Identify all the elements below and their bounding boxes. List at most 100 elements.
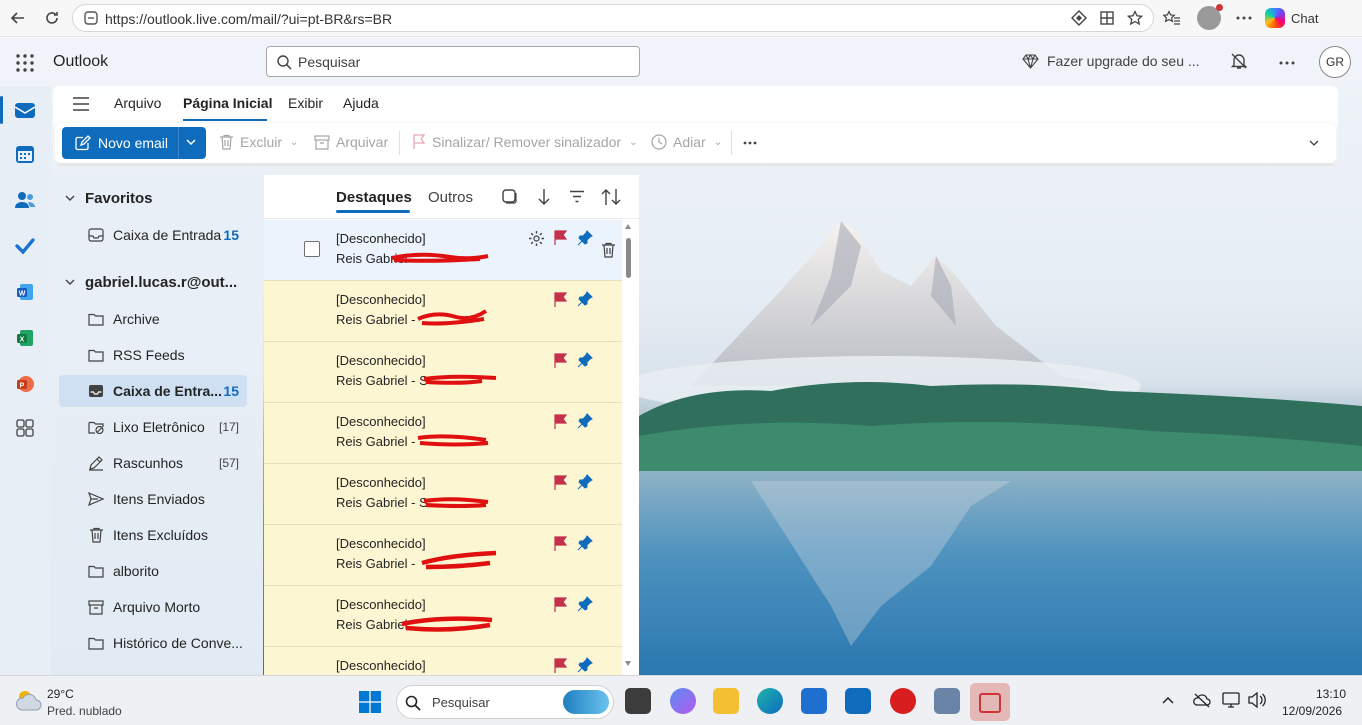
folder-drafts[interactable]: Rascunhos [57] (59, 447, 247, 479)
mail-icon[interactable] (13, 98, 37, 122)
windows-start-icon[interactable] (359, 691, 381, 713)
apps-icon[interactable] (1099, 10, 1115, 26)
powerpoint-icon[interactable]: P (13, 372, 37, 396)
folder-deleted[interactable]: Itens Excluídos (59, 519, 247, 551)
pin-icon[interactable] (577, 596, 593, 612)
volume-icon[interactable] (1248, 692, 1266, 708)
pin-icon[interactable] (577, 291, 593, 307)
flag-button[interactable]: Sinalizar/ Remover sinalizador ⌄ (412, 134, 637, 150)
back-icon[interactable] (8, 8, 28, 28)
pin-icon[interactable] (577, 535, 593, 551)
copilot-chat-button[interactable]: Chat (1265, 5, 1318, 31)
message-row[interactable]: [Desconhecido] Reis Gabriel (264, 220, 622, 281)
address-bar[interactable]: https://outlook.live.com/mail/?ui=pt-BR&… (72, 4, 1154, 32)
favorites-header[interactable]: Favoritos (65, 190, 153, 207)
avatar[interactable]: GR (1319, 46, 1351, 78)
url-text[interactable]: https://outlook.live.com/mail/?ui=pt-BR&… (105, 11, 392, 27)
select-mode-icon[interactable] (502, 189, 517, 204)
calendar-icon[interactable] (13, 142, 37, 166)
taskbar-search[interactable]: Pesquisar (396, 685, 614, 719)
cloud-offline-icon[interactable] (1193, 692, 1211, 708)
flag-icon[interactable] (553, 658, 567, 674)
copilot-taskbar-icon[interactable] (670, 688, 696, 714)
chevron-up-icon[interactable] (1162, 696, 1174, 704)
message-row[interactable]: [Desconhecido] Reis Gabriel (264, 586, 622, 647)
folder-junk[interactable]: Lixo Eletrônico [17] (59, 411, 247, 443)
excel-icon[interactable]: X (13, 326, 37, 350)
reload-icon[interactable] (42, 8, 62, 28)
tab-focused[interactable]: Destaques (336, 189, 412, 206)
extension-icon[interactable] (1071, 10, 1087, 26)
file-explorer-icon[interactable] (713, 688, 739, 714)
tab-file[interactable]: Arquivo (114, 95, 161, 111)
filter-icon[interactable] (569, 190, 585, 203)
favorite-star-icon[interactable] (1127, 10, 1143, 26)
nav-toggle-icon[interactable] (72, 97, 90, 111)
display-icon[interactable] (1222, 692, 1240, 708)
chevron-down-icon[interactable] (186, 139, 196, 146)
tab-view[interactable]: Exibir (288, 95, 323, 111)
gear-icon[interactable] (528, 230, 545, 247)
pin-icon[interactable] (577, 657, 593, 673)
pin-icon[interactable] (577, 230, 593, 246)
expand-ribbon-icon[interactable] (1309, 140, 1319, 147)
message-checkbox[interactable] (304, 241, 320, 257)
trash-icon[interactable] (601, 242, 616, 258)
store-icon[interactable] (801, 688, 827, 714)
message-row[interactable]: [Desconhecido] Reis Gabriel - S (264, 342, 622, 403)
flag-icon[interactable] (553, 414, 567, 430)
pin-icon[interactable] (577, 413, 593, 429)
message-list-scrollbar[interactable] (622, 220, 634, 670)
tab-home[interactable]: Página Inicial (183, 95, 272, 111)
message-row[interactable]: [Desconhecido] Reis Gabriel - (264, 525, 622, 586)
notifications-off-icon[interactable] (1230, 52, 1248, 70)
edge-icon[interactable] (757, 688, 783, 714)
flag-icon[interactable] (553, 597, 567, 613)
weather-icon[interactable] (16, 688, 42, 712)
active-app-highlight[interactable] (970, 683, 1010, 721)
flag-icon[interactable] (553, 536, 567, 552)
sort-icon[interactable] (601, 188, 621, 206)
folder-conversation-history[interactable]: Histórico de Conve... (59, 627, 247, 659)
word-icon[interactable]: W (13, 280, 37, 304)
profile-icon[interactable] (1197, 4, 1223, 30)
folder-rss-feeds[interactable]: RSS Feeds (59, 339, 247, 371)
favorite-inbox[interactable]: Caixa de Entrada 15 (59, 219, 247, 251)
message-row[interactable]: [Desconhecido] Reis Gabriel - (264, 281, 622, 342)
search-input[interactable]: Pesquisar (266, 46, 640, 77)
flag-icon[interactable] (553, 353, 567, 369)
delete-button[interactable]: Excluir ⌄ (219, 134, 298, 150)
people-icon[interactable] (13, 188, 37, 212)
more-apps-icon[interactable] (13, 416, 37, 440)
outlook-taskbar-icon[interactable] (845, 688, 871, 714)
folder-archive[interactable]: Archive (59, 303, 247, 335)
tab-help[interactable]: Ajuda (343, 95, 379, 111)
message-row[interactable]: [Desconhecido] Reis Gabriel - (264, 403, 622, 464)
folder-archive-dead[interactable]: Arquivo Morto (59, 591, 247, 623)
pin-icon[interactable] (577, 474, 593, 490)
message-row[interactable]: [Desconhecido] Reis Gabriel - S (264, 464, 622, 525)
snooze-button[interactable]: Adiar ⌄ (651, 134, 722, 150)
task-view-icon[interactable] (625, 688, 651, 714)
more-options-icon[interactable] (1234, 8, 1254, 28)
settings-more-icon[interactable] (1279, 61, 1295, 65)
jump-to-icon[interactable] (538, 188, 550, 206)
pin-icon[interactable] (577, 352, 593, 368)
scroll-up-icon[interactable] (625, 224, 631, 229)
folder-sent[interactable]: Itens Enviados (59, 483, 247, 515)
new-email-button[interactable]: Novo email (62, 127, 206, 159)
tab-other[interactable]: Outros (428, 189, 473, 206)
flag-icon[interactable] (553, 475, 567, 491)
more-commands-icon[interactable] (743, 141, 757, 145)
todo-icon[interactable] (13, 234, 37, 258)
message-row[interactable]: [Desconhecido] (264, 647, 622, 675)
favorites-list-icon[interactable] (1162, 8, 1182, 28)
account-header[interactable]: gabriel.lucas.r@out... (65, 274, 237, 291)
folder-alborito[interactable]: alborito (59, 555, 247, 587)
network-app-icon[interactable] (934, 688, 960, 714)
folder-inbox[interactable]: Caixa de Entra... 15 (59, 375, 247, 407)
upgrade-button[interactable]: Fazer upgrade do seu ... (1022, 53, 1200, 69)
app-red-icon[interactable] (890, 688, 916, 714)
flag-icon[interactable] (553, 230, 567, 246)
site-info-icon[interactable] (84, 11, 98, 25)
